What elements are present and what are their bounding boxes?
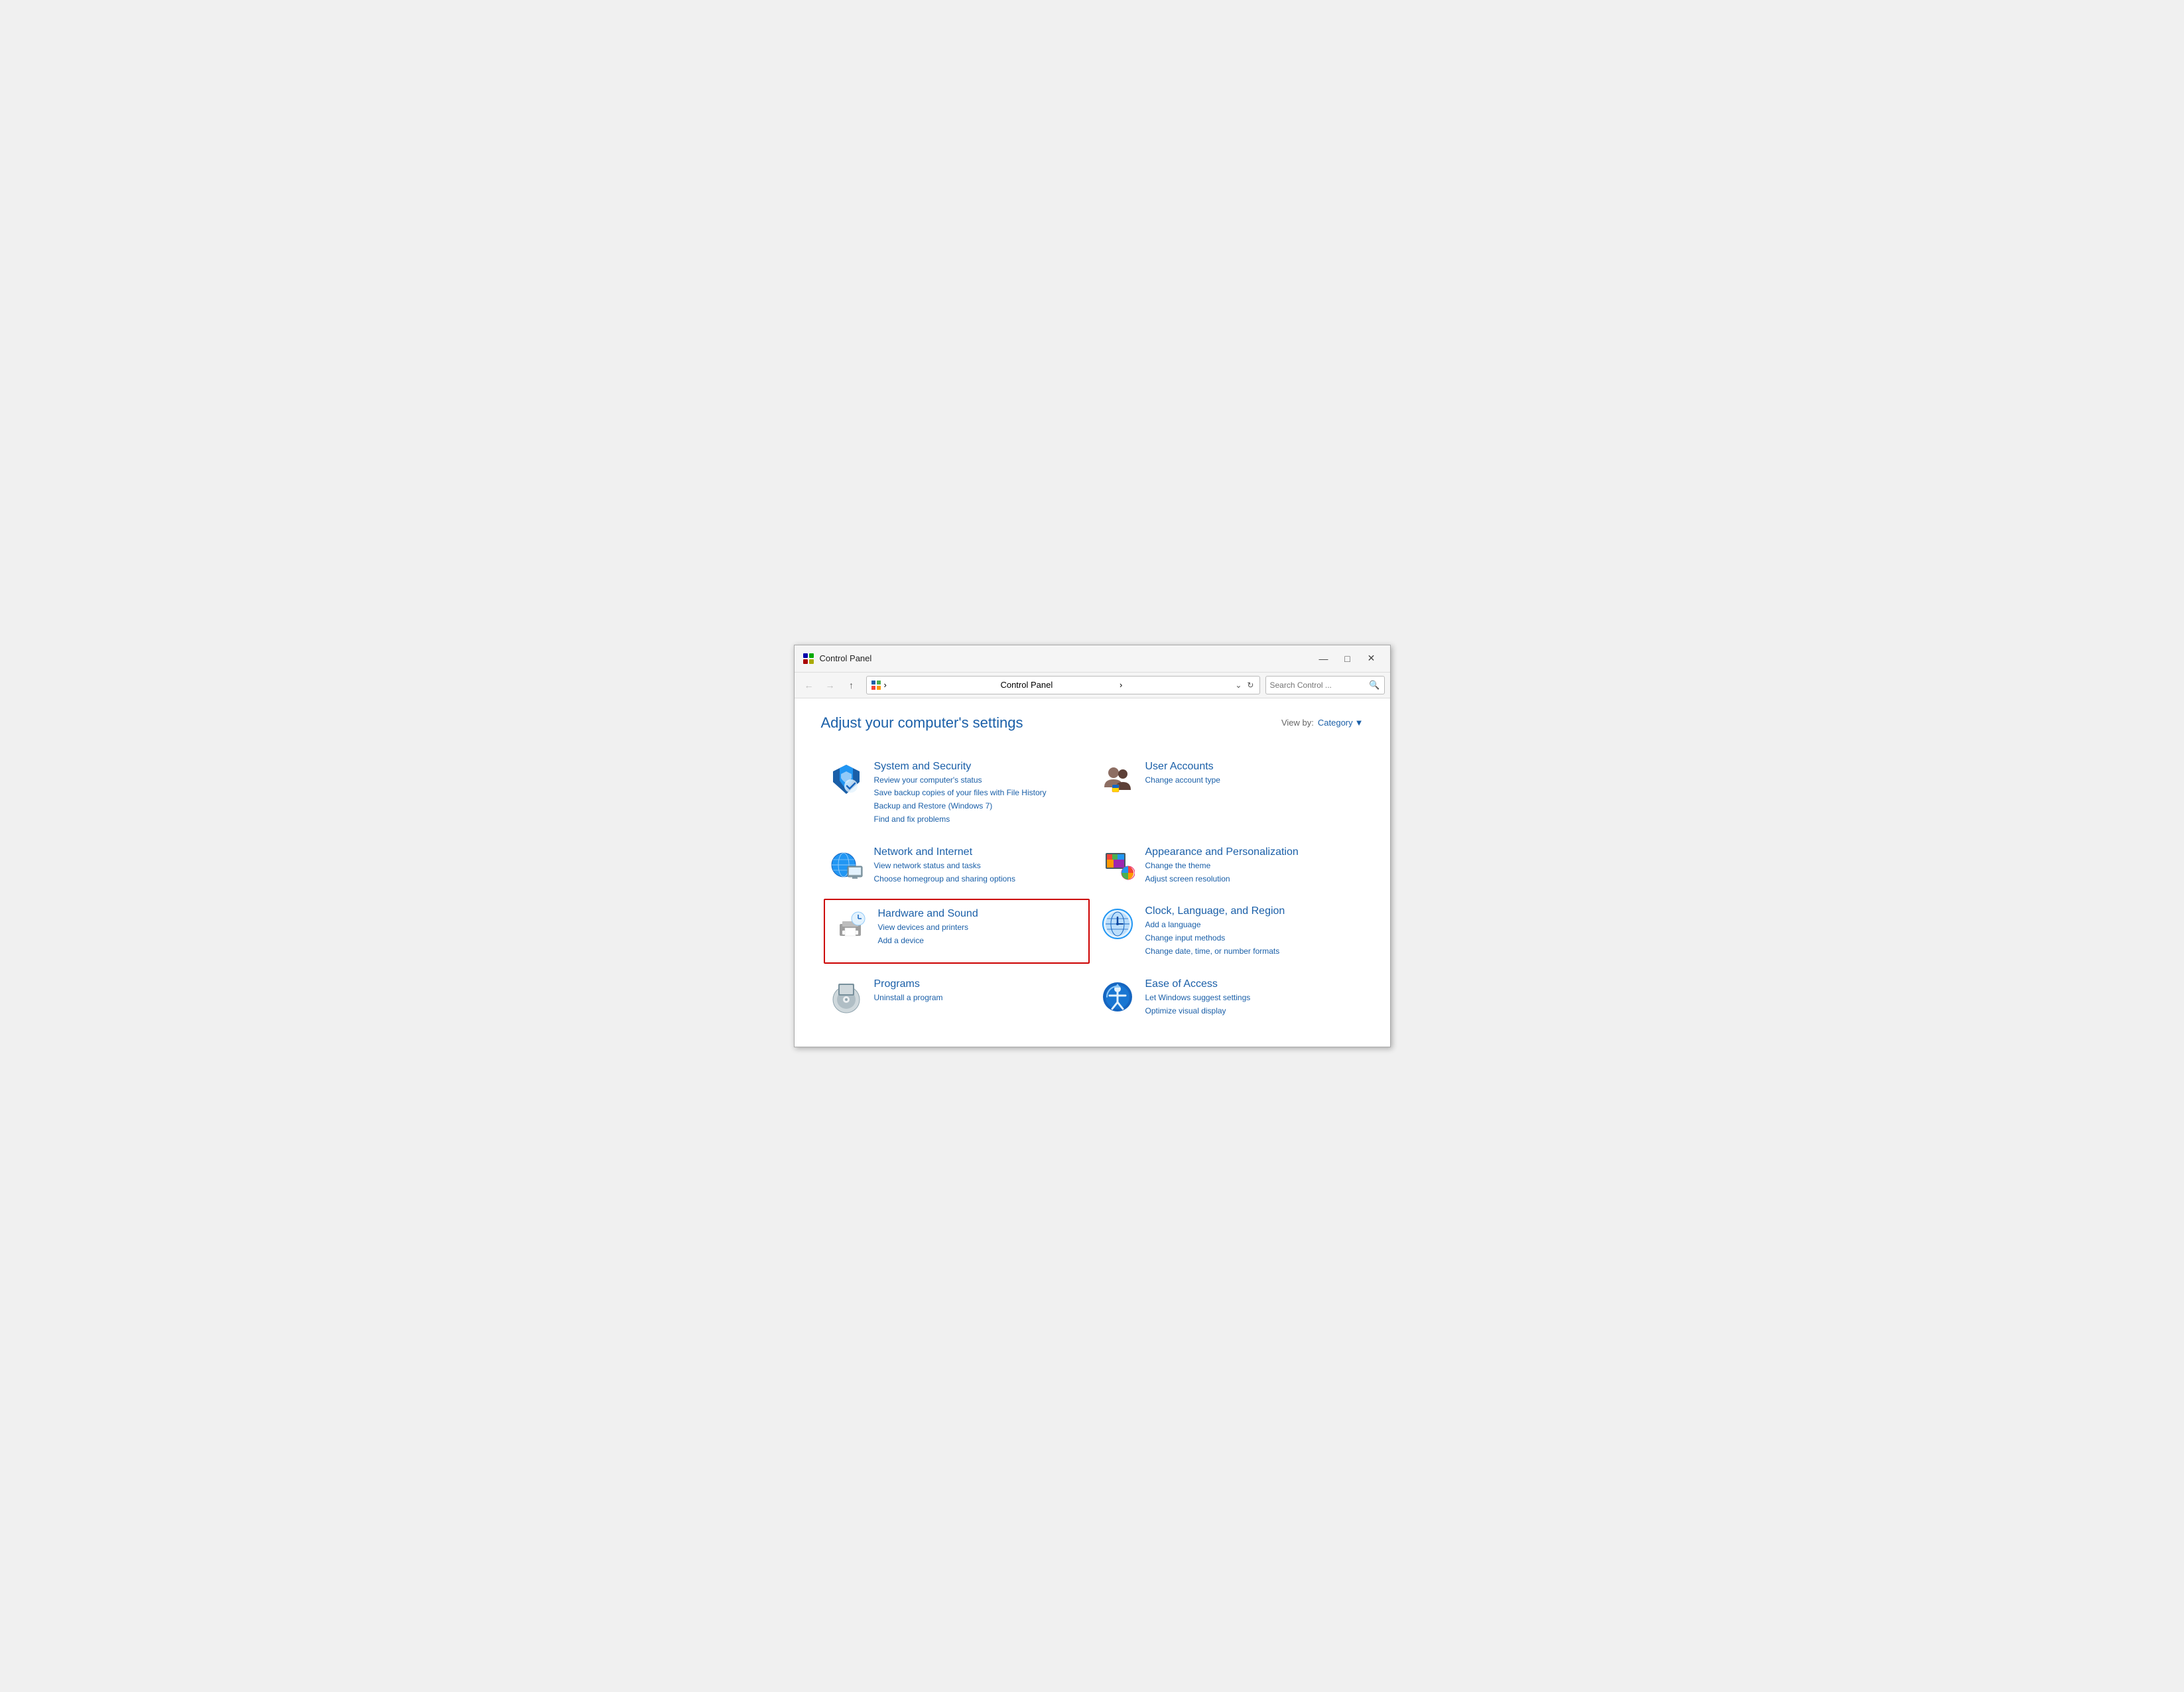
content-header: Adjust your computer's settings View by:… [821, 714, 1364, 732]
network-internet-icon [828, 846, 865, 883]
address-arrow: › [1117, 680, 1231, 690]
programs-link-1[interactable]: Uninstall a program [874, 992, 943, 1004]
user-accounts-text: User Accounts Change account type [1145, 761, 1220, 786]
view-by-label: View by: [1281, 718, 1314, 728]
category-hardware-sound[interactable]: Hardware and Sound View devices and prin… [824, 899, 1090, 963]
ease-of-access-icon [1099, 978, 1136, 1015]
search-box[interactable]: 🔍 [1265, 676, 1385, 694]
hardware-sound-link-2[interactable]: Add a device [878, 935, 978, 946]
system-security-icon [828, 761, 865, 798]
search-input[interactable] [1270, 681, 1367, 690]
ease-of-access-text: Ease of Access Let Windows suggest setti… [1145, 978, 1251, 1017]
control-panel-window: Control Panel — □ ✕ ← → ↑ › Control Pane… [794, 645, 1391, 1048]
view-by-control: View by: Category ▼ [1281, 718, 1364, 728]
clock-language-icon [1099, 905, 1136, 943]
category-clock-language[interactable]: Clock, Language, and Region Add a langua… [1092, 895, 1364, 967]
system-security-link-4[interactable]: Find and fix problems [874, 814, 1047, 825]
ease-of-access-link-2[interactable]: Optimize visual display [1145, 1006, 1251, 1017]
user-accounts-link-1[interactable]: Change account type [1145, 775, 1220, 786]
appearance-link-2[interactable]: Adjust screen resolution [1145, 874, 1299, 885]
view-by-dropdown[interactable]: Category ▼ [1318, 718, 1364, 728]
category-user-accounts[interactable]: User Accounts Change account type [1092, 750, 1364, 836]
network-internet-link-1[interactable]: View network status and tasks [874, 860, 1015, 872]
network-internet-title[interactable]: Network and Internet [874, 846, 1015, 858]
address-chevron-button[interactable]: ⌄ [1234, 679, 1243, 691]
user-accounts-title[interactable]: User Accounts [1145, 761, 1220, 773]
search-button[interactable]: 🔍 [1369, 680, 1380, 690]
category-system-security[interactable]: System and Security Review your computer… [821, 750, 1092, 836]
system-security-text: System and Security Review your computer… [874, 761, 1047, 825]
title-bar: Control Panel — □ ✕ [795, 645, 1390, 673]
system-security-link-1[interactable]: Review your computer's status [874, 775, 1047, 786]
hardware-sound-title[interactable]: Hardware and Sound [878, 908, 978, 920]
chevron-down-icon: ▼ [1355, 718, 1364, 728]
system-security-link-3[interactable]: Backup and Restore (Windows 7) [874, 801, 1047, 812]
appearance-link-1[interactable]: Change the theme [1145, 860, 1299, 872]
programs-icon [828, 978, 865, 1015]
appearance-text: Appearance and Personalization Change th… [1145, 846, 1299, 885]
system-security-link-2[interactable]: Save backup copies of your files with Fi… [874, 787, 1047, 799]
programs-text: Programs Uninstall a program [874, 978, 943, 1004]
forward-button[interactable]: → [821, 676, 840, 694]
clock-language-link-1[interactable]: Add a language [1145, 919, 1285, 931]
main-content: Adjust your computer's settings View by:… [795, 698, 1390, 1047]
view-by-value-text: Category [1318, 718, 1353, 728]
close-button[interactable]: ✕ [1361, 651, 1382, 667]
back-button[interactable]: ← [800, 676, 818, 694]
appearance-icon [1099, 846, 1136, 883]
category-programs[interactable]: Programs Uninstall a program [821, 968, 1092, 1027]
window-controls: — □ ✕ [1313, 651, 1382, 667]
category-network-internet[interactable]: Network and Internet View network status… [821, 836, 1092, 895]
app-icon [803, 653, 814, 665]
category-ease-of-access[interactable]: Ease of Access Let Windows suggest setti… [1092, 968, 1364, 1027]
appearance-title[interactable]: Appearance and Personalization [1145, 846, 1299, 858]
page-title: Adjust your computer's settings [821, 714, 1023, 732]
address-breadcrumb: Control Panel [1000, 680, 1114, 690]
clock-language-text: Clock, Language, and Region Add a langua… [1145, 905, 1285, 956]
ease-of-access-title[interactable]: Ease of Access [1145, 978, 1251, 990]
address-icon [871, 680, 881, 690]
hardware-sound-link-1[interactable]: View devices and printers [878, 922, 978, 933]
ease-of-access-link-1[interactable]: Let Windows suggest settings [1145, 992, 1251, 1004]
programs-title[interactable]: Programs [874, 978, 943, 990]
network-internet-text: Network and Internet View network status… [874, 846, 1015, 885]
up-button[interactable]: ↑ [842, 676, 861, 694]
hardware-sound-icon [832, 908, 869, 945]
address-text: › [884, 680, 998, 690]
hardware-sound-text: Hardware and Sound View devices and prin… [878, 908, 978, 946]
refresh-button[interactable]: ↻ [1246, 679, 1255, 691]
category-appearance[interactable]: Appearance and Personalization Change th… [1092, 836, 1364, 895]
user-accounts-icon [1099, 761, 1136, 798]
maximize-button[interactable]: □ [1337, 651, 1358, 667]
clock-language-link-2[interactable]: Change input methods [1145, 933, 1285, 944]
categories-grid: System and Security Review your computer… [821, 750, 1364, 1027]
address-bar[interactable]: › Control Panel › ⌄ ↻ [866, 676, 1260, 694]
navigation-toolbar: ← → ↑ › Control Panel › ⌄ ↻ 🔍 [795, 673, 1390, 698]
window-title: Control Panel [820, 653, 1313, 663]
network-internet-link-2[interactable]: Choose homegroup and sharing options [874, 874, 1015, 885]
system-security-title[interactable]: System and Security [874, 761, 1047, 773]
minimize-button[interactable]: — [1313, 651, 1334, 667]
clock-language-link-3[interactable]: Change date, time, or number formats [1145, 946, 1285, 957]
clock-language-title[interactable]: Clock, Language, and Region [1145, 905, 1285, 917]
